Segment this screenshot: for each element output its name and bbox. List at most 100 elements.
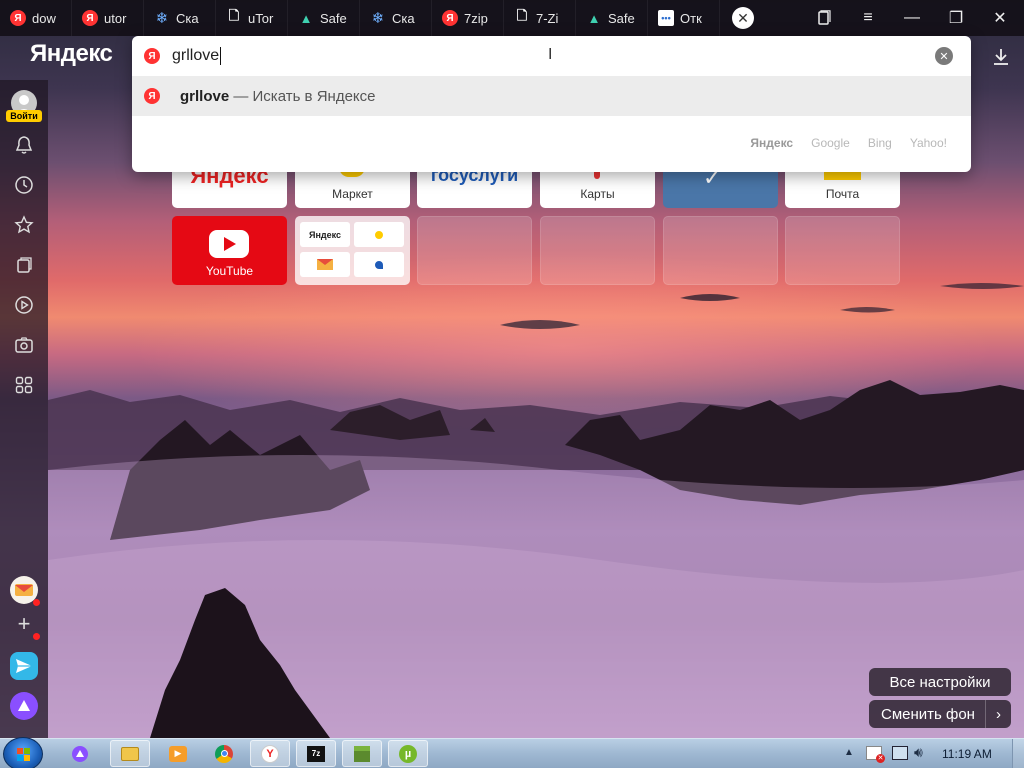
- browser-tab[interactable]: 🗋 7-Zi: [504, 0, 576, 36]
- volume-icon[interactable]: 🔊︎: [914, 744, 923, 761]
- 7zip-icon: 7z: [307, 745, 325, 762]
- taskbar-yandex-browser[interactable]: Y: [250, 740, 290, 767]
- engine-bing[interactable]: Bing: [868, 136, 892, 150]
- browser-tab[interactable]: Я 7zip: [432, 0, 504, 36]
- suggestion-query: grllove: [180, 87, 230, 105]
- taskbar-alice[interactable]: [60, 740, 100, 767]
- tab-title: utor: [104, 10, 127, 26]
- star-icon: [14, 215, 34, 234]
- bookmarks-button[interactable]: [12, 213, 36, 237]
- messenger-app-button[interactable]: [10, 652, 38, 680]
- browser-tab[interactable]: ❄ Ска: [360, 0, 432, 36]
- alice-button[interactable]: [10, 692, 38, 720]
- collections-button[interactable]: [12, 253, 36, 277]
- engine-google[interactable]: Google: [811, 136, 850, 150]
- close-tab-button[interactable]: ✕: [732, 7, 754, 29]
- mini-tile-mail: [300, 252, 350, 277]
- search-suggestion[interactable]: Я grllove — Искать в Яндексе: [132, 76, 971, 116]
- tile-empty[interactable]: [785, 216, 900, 285]
- screenshot-button[interactable]: [12, 333, 36, 357]
- minimize-icon: —: [904, 9, 920, 26]
- search-input[interactable]: grllove: [172, 47, 222, 65]
- envelope-icon: [317, 259, 333, 270]
- tabs-overview-button[interactable]: [802, 0, 846, 36]
- map-pin-icon: [375, 260, 383, 269]
- browser-tab[interactable]: ▲ Safe: [288, 0, 360, 36]
- tile-empty[interactable]: [540, 216, 655, 285]
- start-button[interactable]: [3, 737, 43, 768]
- action-center-icon[interactable]: ✕: [866, 746, 885, 763]
- mini-tile-maps: [354, 252, 404, 277]
- change-background-button[interactable]: Сменить фон ›: [869, 700, 1011, 728]
- close-window-button[interactable]: ✕: [978, 0, 1022, 36]
- collections-icon: [17, 257, 32, 273]
- chrome-icon: [215, 744, 233, 763]
- taskbar-utorrent[interactable]: µ: [388, 740, 428, 767]
- browser-tab[interactable]: 🗋 uTor: [216, 0, 288, 36]
- browser-tab[interactable]: ❄ Ска: [144, 0, 216, 36]
- media-player-icon: ▶: [169, 745, 187, 762]
- yandex-icon: Я: [10, 10, 26, 26]
- browser-tab[interactable]: ••• Отк: [648, 0, 720, 36]
- engine-yandex[interactable]: Яндекс: [750, 136, 793, 150]
- alice-icon: [18, 700, 30, 711]
- maximize-button[interactable]: ❐: [934, 0, 978, 36]
- minimize-button[interactable]: —: [890, 0, 934, 36]
- menu-button[interactable]: ≡: [846, 0, 890, 36]
- mail-app-button[interactable]: [10, 576, 40, 606]
- taskbar-explorer[interactable]: [110, 740, 150, 767]
- browser-tab[interactable]: Я utor: [72, 0, 144, 36]
- login-button[interactable]: Войти: [6, 110, 42, 122]
- yandex-logo[interactable]: Яндекс: [30, 40, 113, 68]
- network-icon[interactable]: [892, 746, 908, 760]
- show-desktop-button[interactable]: [1012, 739, 1024, 768]
- add-panel-button[interactable]: +: [10, 610, 40, 640]
- tile-empty[interactable]: [417, 216, 532, 285]
- tile-label: Карты: [580, 187, 615, 201]
- i-beam-cursor-icon: I: [548, 46, 553, 63]
- change-background-label: Сменить фон: [881, 705, 975, 723]
- clear-input-button[interactable]: ✕: [935, 47, 953, 65]
- tile-label: Почта: [825, 187, 860, 201]
- address-bar[interactable]: Я grllove I ✕: [132, 36, 971, 76]
- tile-group[interactable]: Яндекс: [295, 216, 410, 285]
- notification-dot: [33, 633, 40, 640]
- mini-tile-yandex: Яндекс: [300, 222, 350, 247]
- history-button[interactable]: [12, 173, 36, 197]
- tab-title: Safe: [608, 10, 635, 26]
- clock[interactable]: 11:19 AM: [942, 747, 992, 761]
- document-icon: 🗋: [516, 8, 528, 23]
- yandex-icon: Я: [442, 10, 458, 26]
- tile-empty[interactable]: [663, 216, 778, 285]
- browser-tab[interactable]: ▲ Safe: [576, 0, 648, 36]
- taskbar-minecraft[interactable]: [342, 740, 382, 767]
- sidebar: Войти +: [0, 80, 48, 738]
- tray-expand-icon[interactable]: ▲: [844, 747, 854, 758]
- suggestion-text: grllove — Искать в Яндексе: [180, 88, 375, 105]
- minecraft-block-icon: [354, 745, 370, 762]
- taskbar-chrome[interactable]: [204, 740, 244, 767]
- notifications-button[interactable]: [12, 133, 36, 157]
- engine-yahoo[interactable]: Yahoo!: [910, 136, 947, 150]
- video-button[interactable]: [12, 293, 36, 317]
- tab-title: 7zip: [464, 10, 488, 26]
- tile-label: YouTube: [205, 264, 254, 278]
- taskbar-media-player[interactable]: ▶: [158, 740, 198, 767]
- notification-dot: [33, 599, 40, 606]
- taskbar-7zip[interactable]: 7z: [296, 740, 336, 767]
- all-settings-button[interactable]: Все настройки: [869, 668, 1011, 696]
- tab-title: dow: [32, 10, 56, 26]
- youtube-play-icon: [209, 230, 249, 258]
- utorrent-icon: µ: [399, 744, 417, 763]
- chevron-right-icon[interactable]: ›: [985, 700, 1011, 728]
- hamburger-icon: ≡: [863, 9, 873, 26]
- apps-button[interactable]: [12, 373, 36, 397]
- omnibox: Я grllove I ✕ Я grllove — Искать в Яндек…: [132, 36, 971, 172]
- suggestion-action: — Искать в Яндексе: [229, 87, 376, 105]
- browser-tab[interactable]: Я dow: [0, 0, 72, 36]
- tile-youtube[interactable]: YouTube: [172, 216, 287, 285]
- tile-label: Маркет: [332, 187, 373, 201]
- downloads-button[interactable]: [988, 44, 1014, 70]
- tab-title: Ска: [176, 10, 199, 26]
- plus-icon: +: [17, 611, 31, 636]
